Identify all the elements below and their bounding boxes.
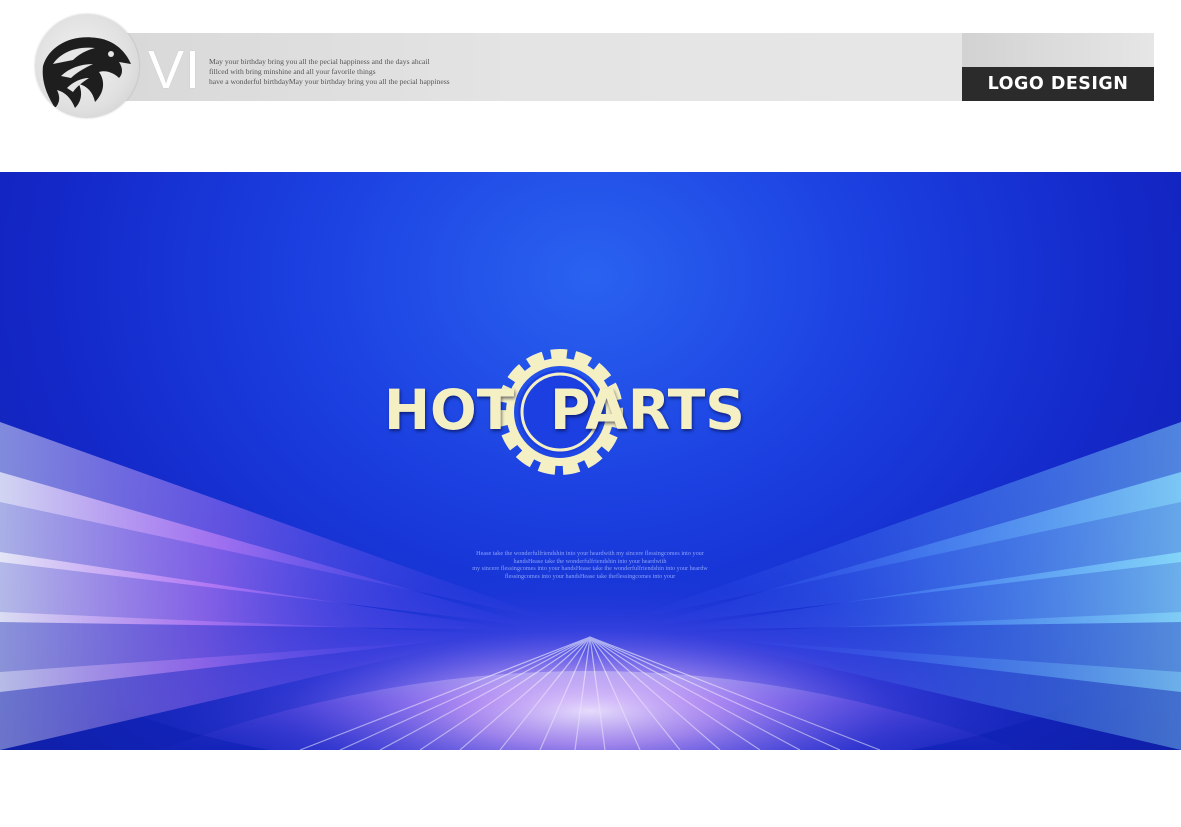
logo-design-tag: LOGO DESIGN: [962, 67, 1154, 101]
header-blurb: May your birthday bring you all the peci…: [209, 57, 529, 87]
tagline-line: Hease take the wonderfulfriendshin into …: [476, 550, 704, 557]
brand-logo: HOT PARTS: [380, 342, 810, 482]
brand-word-hot: HOT: [384, 378, 515, 442]
header-band-accent: [962, 33, 1154, 67]
tagline-line: my sincere flessingcomes into your hands…: [472, 565, 708, 572]
blurb-line: fillced with bring minshine and all your…: [209, 67, 376, 76]
hero-tagline: Hease take the wonderfulfriendshin into …: [390, 550, 790, 580]
brand-word-parts: PARTS: [550, 378, 745, 442]
tagline-line: handsHease take the wonderfulfriendshin …: [513, 557, 667, 565]
tagline-line: flessingcomes into your handsHease take …: [504, 572, 676, 580]
vi-label: VI: [148, 40, 202, 100]
blurb-line: have a wonderful birthdayMay your birthd…: [209, 77, 450, 86]
hero-banner: HOT PARTS Hease take the wonderfulfriend…: [0, 172, 1181, 750]
blurb-line: May your birthday bring you all the peci…: [209, 57, 430, 66]
eagle-head-icon: [42, 37, 131, 108]
emblem-badge: [35, 14, 139, 118]
